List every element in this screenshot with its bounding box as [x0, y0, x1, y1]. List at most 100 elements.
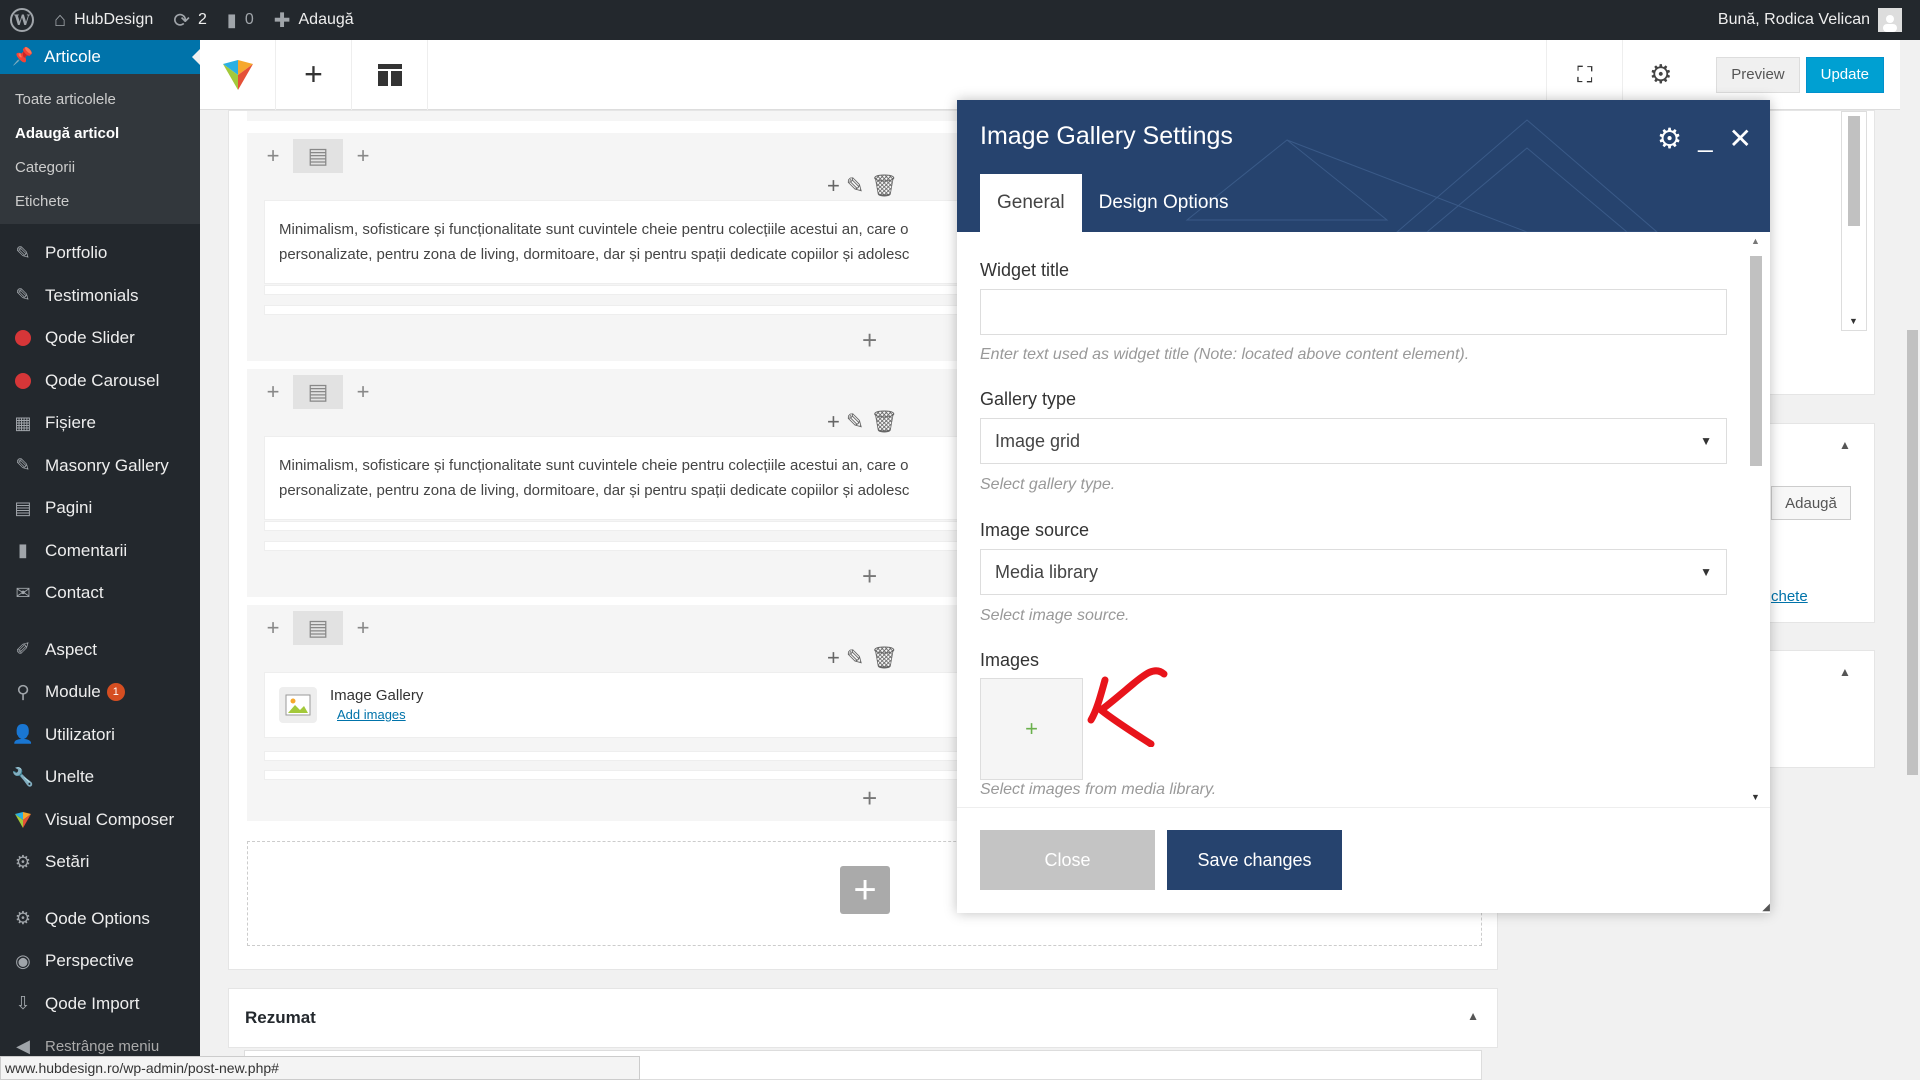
- collapse-arrow-icon[interactable]: ▲: [1839, 438, 1851, 452]
- add-icon[interactable]: +: [827, 173, 840, 199]
- sidebar-item-label: Qode Options: [45, 908, 150, 928]
- my-account[interactable]: Bună, Rodica Velican: [1718, 8, 1920, 32]
- page-scroll-thumb[interactable]: [1907, 330, 1918, 775]
- resize-handle-icon[interactable]: ◢: [1762, 902, 1770, 913]
- excerpt-panel: Rezumat ▲: [228, 988, 1498, 1048]
- sidebar-item-qode-import[interactable]: ⇩ Qode Import: [0, 983, 200, 1026]
- scroll-down-icon[interactable]: ▼: [1751, 792, 1760, 802]
- templates-icon[interactable]: [352, 39, 428, 110]
- submenu-item[interactable]: Toate articolele: [0, 82, 200, 116]
- collapse-arrow-icon[interactable]: ▲: [1467, 1009, 1479, 1023]
- sidebar-item-qode-slider[interactable]: Qode Slider: [0, 317, 200, 360]
- tab-general[interactable]: General: [980, 174, 1082, 232]
- row-add-column-icon[interactable]: +: [343, 611, 383, 645]
- sidebar-item-aspect[interactable]: ✐ Aspect: [0, 629, 200, 672]
- sidebar-item-utilizatori[interactable]: 👤 Utilizatori: [0, 714, 200, 757]
- modal-scroll-thumb[interactable]: [1750, 256, 1762, 466]
- trash-icon[interactable]: 🗑: [870, 409, 898, 435]
- add-element-icon[interactable]: +: [862, 561, 877, 592]
- edit-pencil-icon[interactable]: ✎: [846, 409, 864, 435]
- dropdown-arrow-icon: ▼: [1700, 434, 1712, 448]
- sidebar-item-setari[interactable]: ⚙ Setări: [0, 841, 200, 884]
- sidebar-item-unelte[interactable]: 🔧 Unelte: [0, 756, 200, 799]
- avatar: [1878, 8, 1902, 32]
- element-controls: + ✎ 🗑: [827, 409, 898, 435]
- comments-link[interactable]: ▮ 0: [217, 0, 264, 40]
- row-add-icon[interactable]: +: [253, 139, 293, 173]
- scroll-down-icon[interactable]: ▼: [1849, 316, 1858, 326]
- row-add-icon[interactable]: +: [253, 375, 293, 409]
- gallery-icon: [279, 687, 317, 723]
- add-element-icon[interactable]: +: [862, 325, 877, 356]
- sidebar-item-pagini[interactable]: ▤ Pagini: [0, 487, 200, 530]
- add-icon[interactable]: +: [827, 409, 840, 435]
- edit-pencil-icon[interactable]: ✎: [846, 645, 864, 671]
- save-changes-button[interactable]: Save changes: [1167, 830, 1342, 890]
- row-add-column-icon[interactable]: +: [343, 375, 383, 409]
- submenu-item[interactable]: Categorii: [0, 150, 200, 184]
- modal-body: Widget title Enter text used as widget t…: [957, 232, 1770, 807]
- row-drag-handle-icon[interactable]: ▤: [293, 375, 343, 409]
- settings-gear-icon[interactable]: ⚙: [1622, 39, 1698, 110]
- annotation-arrow: [1087, 667, 1168, 747]
- sidebar-item-qode-carousel[interactable]: Qode Carousel: [0, 360, 200, 403]
- sidebar-item-label: Unelte: [45, 767, 95, 787]
- sidebar-item-articole[interactable]: 📌 Articole: [0, 40, 200, 74]
- image-source-select[interactable]: Media library ▼: [980, 549, 1727, 595]
- modal-scrollbar[interactable]: ▲ ▼: [1748, 236, 1762, 806]
- sidebar-item-fisiere[interactable]: ▦ Fișiere: [0, 402, 200, 445]
- add-element-icon[interactable]: +: [862, 783, 877, 814]
- sidebar-item-testimonials[interactable]: ✎ Testimonials: [0, 275, 200, 318]
- update-button[interactable]: Update: [1805, 56, 1884, 93]
- vc-logo-icon: [12, 810, 34, 830]
- browser-status-bar: www.hubdesign.ro/wp-admin/post-new.php#: [0, 1056, 640, 1080]
- sidebar-item-label: Visual Composer: [45, 809, 175, 829]
- row-drag-handle-icon[interactable]: ▤: [293, 139, 343, 173]
- trash-icon[interactable]: 🗑: [870, 645, 898, 671]
- plus-icon: ✚: [273, 9, 291, 32]
- vc-logo-icon[interactable]: [200, 39, 276, 110]
- add-element-icon[interactable]: +: [276, 39, 352, 110]
- close-icon[interactable]: ✕: [1729, 122, 1752, 155]
- image-gallery-settings-modal: Image Gallery Settings ⚙ _ ✕ General Des…: [957, 100, 1770, 913]
- fullscreen-icon[interactable]: ⛶: [1546, 39, 1622, 110]
- close-button[interactable]: Close: [980, 830, 1155, 890]
- sidebar-item-visual-composer[interactable]: Visual Composer: [0, 799, 200, 842]
- tab-design-options[interactable]: Design Options: [1082, 174, 1246, 232]
- gallery-type-select[interactable]: Image grid ▼: [980, 418, 1727, 464]
- trash-icon[interactable]: 🗑: [870, 173, 898, 199]
- tags-link[interactable]: chete: [1771, 588, 1808, 605]
- sidebar-item-perspective[interactable]: ◉ Perspective: [0, 940, 200, 983]
- updates-link[interactable]: ⟳ 2: [163, 0, 217, 40]
- sidebar-item-qode-options[interactable]: ⚙ Qode Options: [0, 898, 200, 941]
- page-scrollbar[interactable]: [1905, 40, 1920, 1056]
- new-content-link[interactable]: ✚ Adaugă: [264, 0, 364, 40]
- add-icon[interactable]: +: [827, 645, 840, 671]
- sidebar-item-contact[interactable]: ✉ Contact: [0, 572, 200, 615]
- edit-pencil-icon[interactable]: ✎: [846, 173, 864, 199]
- scroll-thumb[interactable]: [1848, 116, 1860, 226]
- row-add-icon[interactable]: +: [253, 611, 293, 645]
- sidebar-item-label: Contact: [45, 583, 104, 603]
- collapse-arrow-icon[interactable]: ▲: [1839, 665, 1851, 679]
- sidebar-item-module[interactable]: ⚲ Module 1: [0, 671, 200, 714]
- row-add-column-icon[interactable]: +: [343, 139, 383, 173]
- site-name-link[interactable]: ⌂ HubDesign: [44, 0, 163, 40]
- wordpress-logo-icon[interactable]: W: [0, 0, 44, 40]
- sidebar-item-comentarii[interactable]: ▮ Comentarii: [0, 530, 200, 573]
- sidebar-item-portfolio[interactable]: ✎ Portfolio: [0, 232, 200, 275]
- minimize-icon[interactable]: _: [1698, 123, 1712, 154]
- add-row-icon[interactable]: +: [840, 866, 890, 914]
- submenu-item[interactable]: Etichete: [0, 184, 200, 218]
- preview-button[interactable]: Preview: [1716, 56, 1800, 93]
- row-drag-handle-icon[interactable]: ▤: [293, 611, 343, 645]
- sidebar-item-label: Aspect: [45, 639, 97, 659]
- submenu-item[interactable]: Adaugă articol: [0, 116, 200, 150]
- add-images-link[interactable]: Add images: [337, 707, 406, 722]
- add-tag-button[interactable]: Adaugă: [1771, 486, 1851, 520]
- widget-title-input[interactable]: [980, 289, 1727, 335]
- sidebar-item-masonry-gallery[interactable]: ✎ Masonry Gallery: [0, 445, 200, 488]
- gear-icon[interactable]: ⚙: [1657, 122, 1682, 155]
- row-controls: + ▤ +: [253, 375, 383, 409]
- scroll-up-icon[interactable]: ▲: [1751, 236, 1760, 246]
